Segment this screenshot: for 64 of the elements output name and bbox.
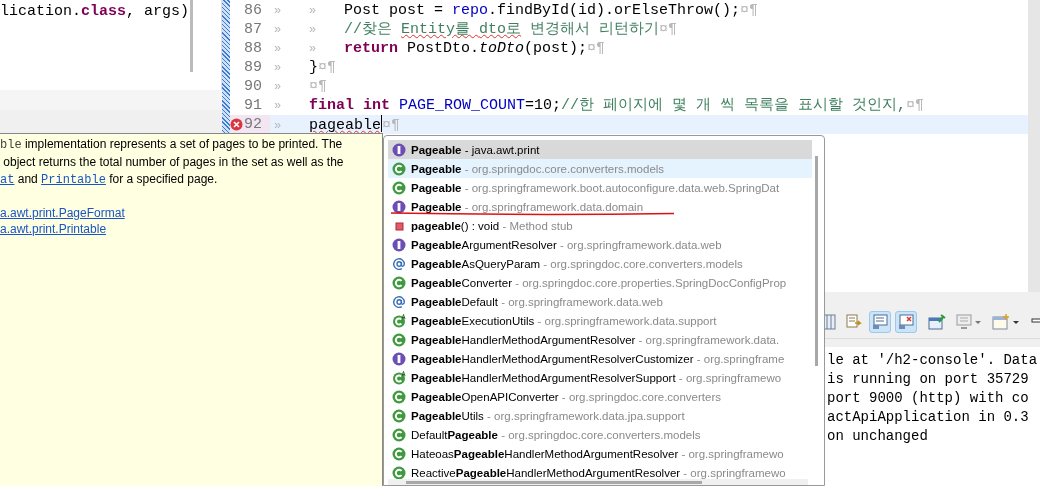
console-line: port 9000 (http) with co — [827, 389, 1030, 408]
class-icon — [392, 465, 406, 480]
interface-icon — [392, 199, 406, 214]
scrollbar[interactable] — [388, 479, 808, 485]
console-line: actApiApplication in 0.3 — [827, 408, 1030, 427]
completion-item[interactable]: HateoasPageableHandlerMethodArgumentResolver - org.springframewo — [388, 444, 812, 463]
completion-item[interactable]: PageableDefault - org.springframework.data.web — [388, 292, 812, 311]
class-icon — [392, 446, 406, 461]
code-line: » » Post post = repo.findById(id).orElseThrow();¤¶ — [273, 1, 760, 20]
console-line: is running on port 35729 — [827, 370, 1030, 389]
completion-item[interactable]: DefaultPageable - org.springdoc.core.converters.models — [388, 425, 812, 444]
completion-item[interactable]: PageableExecutionUtils - org.springframework.data.support — [388, 311, 812, 330]
show-error-icon[interactable] — [895, 311, 917, 333]
class-icon — [392, 332, 406, 347]
class-icon — [392, 408, 406, 423]
line-number: 88 — [244, 40, 262, 57]
class-icon — [392, 161, 406, 176]
completion-item[interactable]: PageableHandlerMethodArgumentResolverCustomizer - org.springframe — [388, 349, 812, 368]
code-line: » » return PostDto.toDto(post);¤¶ — [273, 39, 607, 58]
javadoc-link[interactable]: at — [0, 173, 15, 187]
completion-item[interactable]: PageableConverter - org.springdoc.core.properties.SpringDocConfigProp — [388, 273, 812, 292]
class-icon — [392, 389, 406, 404]
completion-item[interactable]: Pageable - org.springframework.data.domain — [388, 197, 812, 216]
completion-item[interactable]: PageableAsQueryParam - org.springdoc.core.converters.models — [388, 254, 812, 273]
completion-item[interactable]: pageable() : void - Method stub — [388, 216, 812, 235]
interface-icon — [392, 142, 406, 157]
show-output-icon[interactable] — [869, 311, 891, 333]
scrollbar[interactable] — [190, 0, 193, 72]
javadoc-link[interactable]: a.awt.print.PageFormat — [0, 205, 125, 221]
console-line: on unchanged — [827, 427, 929, 446]
line-number: 92 — [244, 116, 262, 133]
annotation-icon — [392, 294, 406, 309]
code-line: lication.class, args) — [0, 2, 190, 22]
completion-item[interactable]: PageableOpenAPIConverter - org.springdoc.core.converters — [388, 387, 812, 406]
line-number: 89 — [244, 59, 262, 76]
code-line: » ¤¶ — [273, 77, 328, 96]
class-icon — [392, 427, 406, 442]
class-icon — [392, 180, 406, 195]
line-number: 91 — [244, 97, 262, 114]
abstract-class-icon — [392, 313, 406, 328]
code-line: » final int PAGE_ROW_COUNT=10;//한 페이지에 몇 개 씩 목록을 표시할 것인지,¤¶ — [273, 96, 926, 115]
code-line: » » //찾은 Entity를 dto로 변경해서 리턴하기¤¶ — [273, 20, 679, 39]
abstract-class-icon — [392, 370, 406, 385]
javadoc-link[interactable]: Printable — [41, 173, 106, 187]
completion-item[interactable]: PageableHandlerMethodArgumentResolver - org.springframework.data. — [388, 330, 812, 349]
completion-item[interactable]: Pageable - org.springdoc.core.converters.models — [388, 159, 812, 178]
completion-item[interactable]: PageableArgumentResolver - org.springframework.data.web — [388, 235, 812, 254]
line-number: 90 — [244, 78, 262, 95]
completion-item[interactable]: ReactivePageableHandlerMethodArgumentResolver - org.springframewo — [388, 463, 812, 482]
interface-icon — [392, 351, 406, 366]
annotation-icon — [392, 256, 406, 271]
code-line: » }¤¶ — [273, 58, 338, 77]
completion-item[interactable]: PageableUtils - org.springframework.data.jpa.support — [388, 406, 812, 425]
interface-icon — [392, 237, 406, 252]
completion-item[interactable]: Pageable - org.springframework.boot.autoconfigure.data.web.SpringDat — [388, 178, 812, 197]
line-number: 86 — [244, 2, 262, 19]
completion-item[interactable]: PageableHandlerMethodArgumentResolverSupport - org.springframewo — [388, 368, 812, 387]
completion-item[interactable]: Pageable - java.awt.print — [388, 140, 812, 159]
console-line: le at '/h2-console'. Data — [827, 351, 1039, 370]
line-number: 87 — [244, 21, 262, 38]
javadoc-link[interactable]: a.awt.print.Printable — [0, 221, 107, 237]
javadoc-text: ble implementation represents a set of pages to be printed. The object returns the total number of pages in the set as well as the at and Printable for a specified page. — [0, 136, 345, 189]
class-icon — [392, 275, 406, 290]
scrollbar[interactable] — [1028, 0, 1040, 292]
